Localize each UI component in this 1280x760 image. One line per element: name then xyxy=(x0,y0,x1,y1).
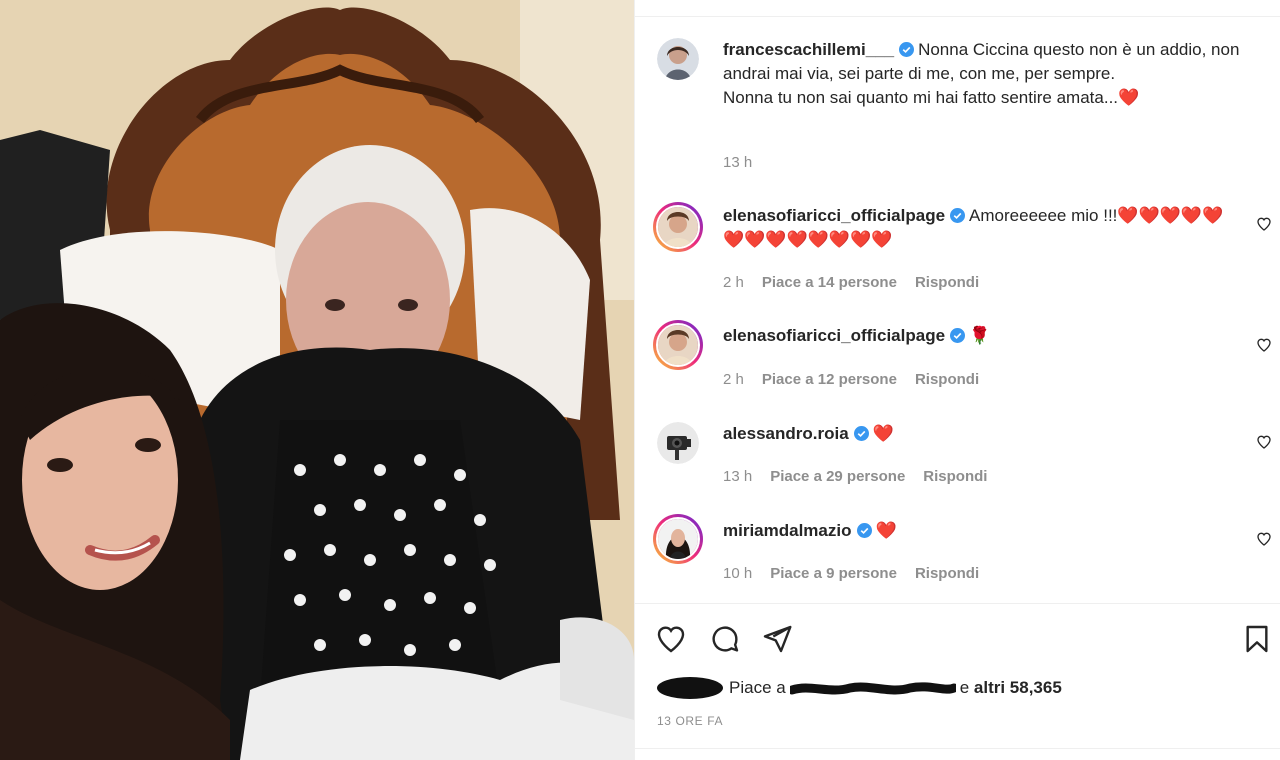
comment-meta: 2 h Piace a 14 persone Rispondi xyxy=(723,274,979,291)
redacted-username xyxy=(789,682,956,695)
comment-likes[interactable]: Piace a 14 persone xyxy=(762,274,897,291)
comment-emoji: 🌹 xyxy=(969,326,991,345)
like-comment-heart-icon[interactable] xyxy=(1256,337,1272,353)
reply-button[interactable]: Rispondi xyxy=(915,565,979,582)
comment-likes[interactable]: Piace a 9 persone xyxy=(770,565,897,582)
likes-prefix: Piace a xyxy=(729,678,786,697)
verified-badge-icon xyxy=(950,328,966,343)
heart-icon[interactable] xyxy=(655,623,687,655)
divider xyxy=(635,603,1280,604)
divider xyxy=(635,16,1280,17)
commenter-avatar[interactable] xyxy=(657,422,699,464)
photo-illustration xyxy=(0,0,634,760)
likes-count[interactable]: e altri 58,365 xyxy=(960,678,1062,698)
comment-likes[interactable]: Piace a 29 persone xyxy=(770,468,905,485)
comment-4: miriamdalmazio ❤️ xyxy=(723,519,1243,543)
verified-badge-icon xyxy=(899,42,915,57)
paper-plane-icon[interactable] xyxy=(761,623,793,655)
divider xyxy=(635,748,1280,749)
caption-emoji: ❤️ xyxy=(1118,88,1140,107)
comment-1: elenasofiaricci_officialpage Amoreeeeee m… xyxy=(723,204,1243,252)
comment-time[interactable]: 10 h xyxy=(723,565,752,582)
comment-time[interactable]: 13 h xyxy=(723,468,752,485)
commenter-avatar[interactable] xyxy=(653,202,703,252)
comment-meta: 13 h Piace a 29 persone Rispondi xyxy=(723,468,987,485)
caption-time[interactable]: 13 h xyxy=(723,154,752,171)
comment-time[interactable]: 2 h xyxy=(723,371,744,388)
reply-button[interactable]: Rispondi xyxy=(923,468,987,485)
author-username[interactable]: francescachillemi___ xyxy=(723,40,894,59)
commenter-avatar[interactable] xyxy=(653,514,703,564)
like-comment-heart-icon[interactable] xyxy=(1256,434,1272,450)
reply-button[interactable]: Rispondi xyxy=(915,371,979,388)
like-comment-heart-icon[interactable] xyxy=(1256,531,1272,547)
comment-2: elenasofiaricci_officialpage 🌹 xyxy=(723,324,1243,348)
author-avatar[interactable] xyxy=(657,38,699,80)
comment-emoji: ❤️ xyxy=(872,424,894,443)
post-photo[interactable] xyxy=(0,0,634,760)
comment-username[interactable]: elenasofiaricci_officialpage xyxy=(723,326,945,345)
comment-meta: 10 h Piace a 9 persone Rispondi xyxy=(723,565,979,582)
like-comment-heart-icon[interactable] xyxy=(1256,216,1272,232)
comment-emoji: ❤️ xyxy=(875,521,897,540)
comment-3: alessandro.roia ❤️ xyxy=(723,422,1243,446)
comment-username[interactable]: elenasofiaricci_officialpage xyxy=(723,206,945,225)
verified-badge-icon xyxy=(950,208,966,223)
comment-username[interactable]: miriamdalmazio xyxy=(723,521,852,540)
verified-badge-icon xyxy=(856,523,872,538)
caption-text-2: Nonna tu non sai quanto mi hai fatto sen… xyxy=(723,88,1119,107)
likes-summary: Piace a e altri 58,365 xyxy=(657,677,1062,699)
post-timestamp[interactable]: 13 ORE FA xyxy=(657,714,723,728)
comment-time[interactable]: 2 h xyxy=(723,274,744,291)
comment-username[interactable]: alessandro.roia xyxy=(723,424,849,443)
post-panel: francescachillemi___ Nonna Ciccina questo… xyxy=(634,0,1280,760)
bookmark-icon[interactable] xyxy=(1241,623,1273,655)
comment-icon[interactable] xyxy=(709,623,741,655)
verified-badge-icon xyxy=(853,426,869,441)
reply-button[interactable]: Rispondi xyxy=(915,274,979,291)
commenter-avatar[interactable] xyxy=(653,320,703,370)
comment-likes[interactable]: Piace a 12 persone xyxy=(762,371,897,388)
liker-avatars[interactable] xyxy=(657,677,723,699)
caption-meta: 13 h xyxy=(723,154,752,171)
comment-text: Amoreeeeee mio !!! xyxy=(969,206,1118,225)
post-caption: francescachillemi___ Nonna Ciccina questo… xyxy=(723,38,1243,110)
comment-meta: 2 h Piace a 12 persone Rispondi xyxy=(723,371,979,388)
